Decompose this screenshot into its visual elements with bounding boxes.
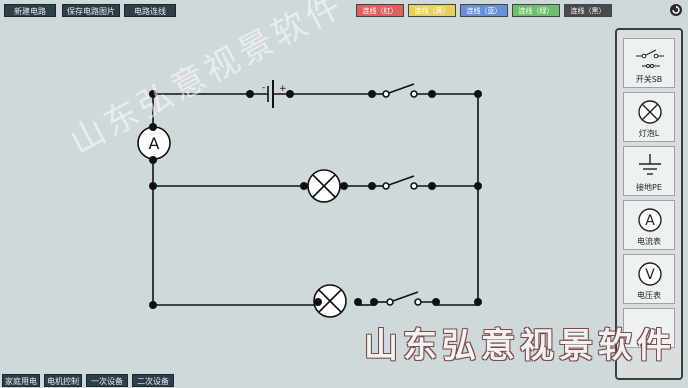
- palette-label: 灯泡L: [638, 129, 660, 138]
- svg-text:-: -: [262, 83, 265, 93]
- palette-item-ammeter[interactable]: A 电流表: [623, 200, 675, 250]
- watermark-brand: 山东弘意视景软件: [364, 326, 676, 366]
- palette-item-ground[interactable]: 接地PE: [623, 146, 675, 196]
- palette-item-switch[interactable]: 开关SB: [623, 38, 675, 88]
- palette-label: 电压表: [637, 291, 661, 300]
- tab-primary-equipment[interactable]: 一次设备: [86, 374, 128, 387]
- switch-icon[interactable]: [372, 175, 432, 190]
- palette-label: 接地PE: [636, 183, 662, 192]
- palette-label: 电流表: [637, 237, 661, 246]
- ground-icon: [639, 154, 661, 175]
- tab-motor-control[interactable]: 电机控制: [44, 374, 82, 387]
- ammeter-icon: A: [638, 208, 662, 232]
- lamp-icon: [638, 100, 662, 124]
- palette-label: 开关SB: [635, 75, 663, 84]
- battery-icon[interactable]: - +: [250, 80, 290, 108]
- lamp-icon[interactable]: [307, 169, 341, 203]
- voltmeter-icon: V: [638, 262, 662, 286]
- svg-text:A: A: [645, 213, 655, 229]
- tab-home-electricity[interactable]: 家庭用电: [2, 374, 40, 387]
- ammeter-icon[interactable]: A: [137, 126, 171, 160]
- ammeter-symbol: A: [149, 134, 160, 153]
- tab-secondary-equipment[interactable]: 二次设备: [132, 374, 174, 387]
- switch-icon: [636, 49, 664, 68]
- svg-text:+: +: [279, 84, 287, 94]
- switch-icon[interactable]: [374, 291, 436, 306]
- palette-item-lamp[interactable]: 灯泡L: [623, 92, 675, 142]
- palette-item-voltmeter[interactable]: V 电压表: [623, 254, 675, 304]
- svg-text:V: V: [645, 267, 655, 283]
- switch-icon[interactable]: [372, 83, 432, 98]
